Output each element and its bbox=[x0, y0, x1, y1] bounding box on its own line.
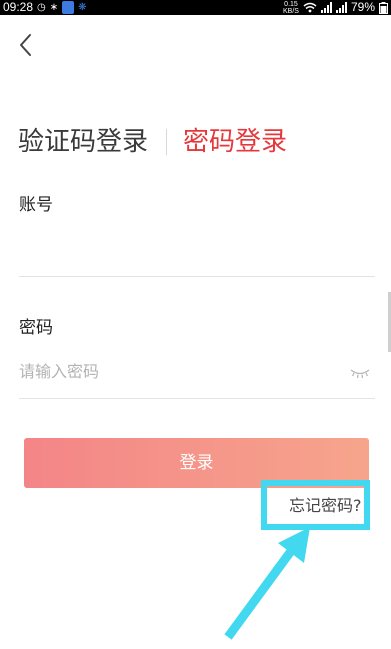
status-time: 09:28 bbox=[3, 0, 34, 14]
net-speed: 0.15 KB/S bbox=[283, 1, 299, 15]
tab-password-login[interactable]: 密码登录 bbox=[183, 120, 287, 164]
password-divider bbox=[19, 398, 375, 399]
status-bar: 09:28 ◷ ∗ ❋ 0.15 KB/S 79% bbox=[0, 0, 391, 15]
alarm-icon: ◷ bbox=[37, 2, 46, 13]
status-right-group: 0.15 KB/S 79% bbox=[283, 0, 388, 15]
annotation-arrow-icon bbox=[224, 527, 310, 640]
wifi-icon bbox=[303, 2, 317, 13]
signal-icon-secondary bbox=[335, 2, 347, 13]
tab-divider bbox=[166, 129, 168, 155]
battery-level: 79% bbox=[350, 0, 375, 14]
back-button[interactable] bbox=[10, 30, 40, 60]
app-notification-icon: ❋ bbox=[78, 2, 87, 13]
eye-closed-icon[interactable] bbox=[349, 366, 371, 380]
password-label: 密码 bbox=[19, 318, 53, 338]
chevron-left-icon bbox=[20, 34, 31, 56]
bluetooth-icon: ∗ bbox=[49, 2, 59, 13]
battery-icon bbox=[379, 1, 388, 14]
signal-icon bbox=[320, 2, 332, 13]
forgot-password-link[interactable]: 忘记密码? bbox=[289, 495, 362, 517]
tab-code-login[interactable]: 验证码登录 bbox=[18, 120, 148, 164]
account-label: 账号 bbox=[19, 195, 53, 215]
account-input[interactable] bbox=[19, 240, 374, 270]
status-left-group: 09:28 ◷ ∗ ❋ bbox=[3, 0, 87, 15]
account-divider bbox=[19, 276, 375, 277]
password-input[interactable] bbox=[19, 356, 339, 386]
net-speed-value: 0.15 bbox=[284, 0, 298, 8]
net-speed-unit: KB/S bbox=[283, 7, 299, 15]
shield-app-icon bbox=[62, 1, 75, 14]
login-mode-tabs: 验证码登录 密码登录 bbox=[18, 118, 287, 166]
